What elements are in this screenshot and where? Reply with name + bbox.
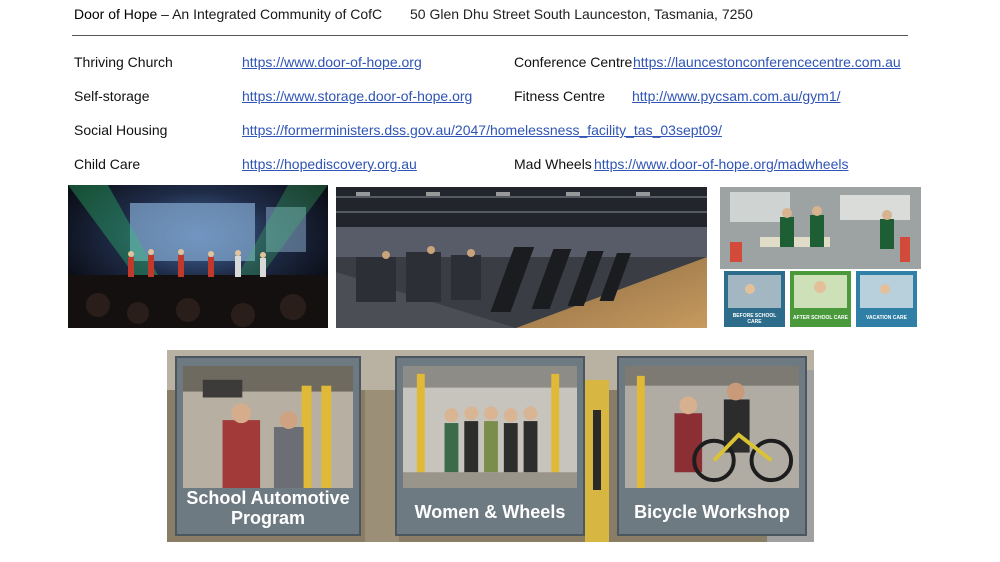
service-link-housing[interactable]: https://formerministers.dss.gov.au/2047/… xyxy=(242,122,722,138)
service-label-housing: Social Housing xyxy=(74,122,168,138)
page-header: Door of Hope – An Integrated Community o… xyxy=(74,6,382,22)
program-caption-women-wheels: Women & Wheels xyxy=(414,502,566,522)
childcare-caption-vacation: VACATION CARE xyxy=(866,315,907,321)
programs-banner: School Automotive Program Women & Wheels xyxy=(167,350,814,542)
program-caption-bicycle: Bicycle Workshop xyxy=(634,502,790,522)
service-label-conference: Conference Centre xyxy=(514,54,633,70)
program-caption-automotive: School Automotive Program xyxy=(186,488,350,528)
fitness-centre-photo xyxy=(336,187,707,328)
address: 50 Glen Dhu Street South Launceston, Tas… xyxy=(410,6,753,22)
childcare-caption-before: BEFORE SCHOOL CARE xyxy=(732,313,777,325)
child-care-photo: BEFORE SCHOOL CARE AFTER SCHOOL CARE VAC… xyxy=(720,187,921,328)
service-link-childcare[interactable]: https://hopediscovery.org.au xyxy=(242,156,417,172)
childcare-caption-after: AFTER SCHOOL CARE xyxy=(793,315,848,321)
service-label-storage: Self-storage xyxy=(74,88,150,104)
brand-name: Door of Hope xyxy=(74,6,158,22)
service-link-conference[interactable]: https://launcestonconferencecentre.com.a… xyxy=(633,54,901,70)
header-tagline: – An Integrated Community of CofC xyxy=(157,6,383,22)
service-label-childcare: Child Care xyxy=(74,156,141,172)
program-panel-automotive: School Automotive Program xyxy=(175,356,361,536)
service-link-church[interactable]: https://www.door-of-hope.org xyxy=(242,54,422,70)
program-panel-bicycle: Bicycle Workshop xyxy=(617,356,807,536)
service-link-madwheels[interactable]: https://www.door-of-hope.org/madwheels xyxy=(594,156,848,172)
service-link-storage[interactable]: https://www.storage.door-of-hope.org xyxy=(242,88,472,104)
program-panel-women-wheels: Women & Wheels xyxy=(395,356,585,536)
service-label-fitness: Fitness Centre xyxy=(514,88,606,104)
service-label-madwheels: Mad Wheels xyxy=(514,156,592,172)
service-link-fitness[interactable]: http://www.pycsam.com.au/gym1/ xyxy=(632,88,841,104)
church-stage-photo xyxy=(68,185,328,328)
service-label-church: Thriving Church xyxy=(74,54,173,70)
header-divider xyxy=(72,35,908,36)
